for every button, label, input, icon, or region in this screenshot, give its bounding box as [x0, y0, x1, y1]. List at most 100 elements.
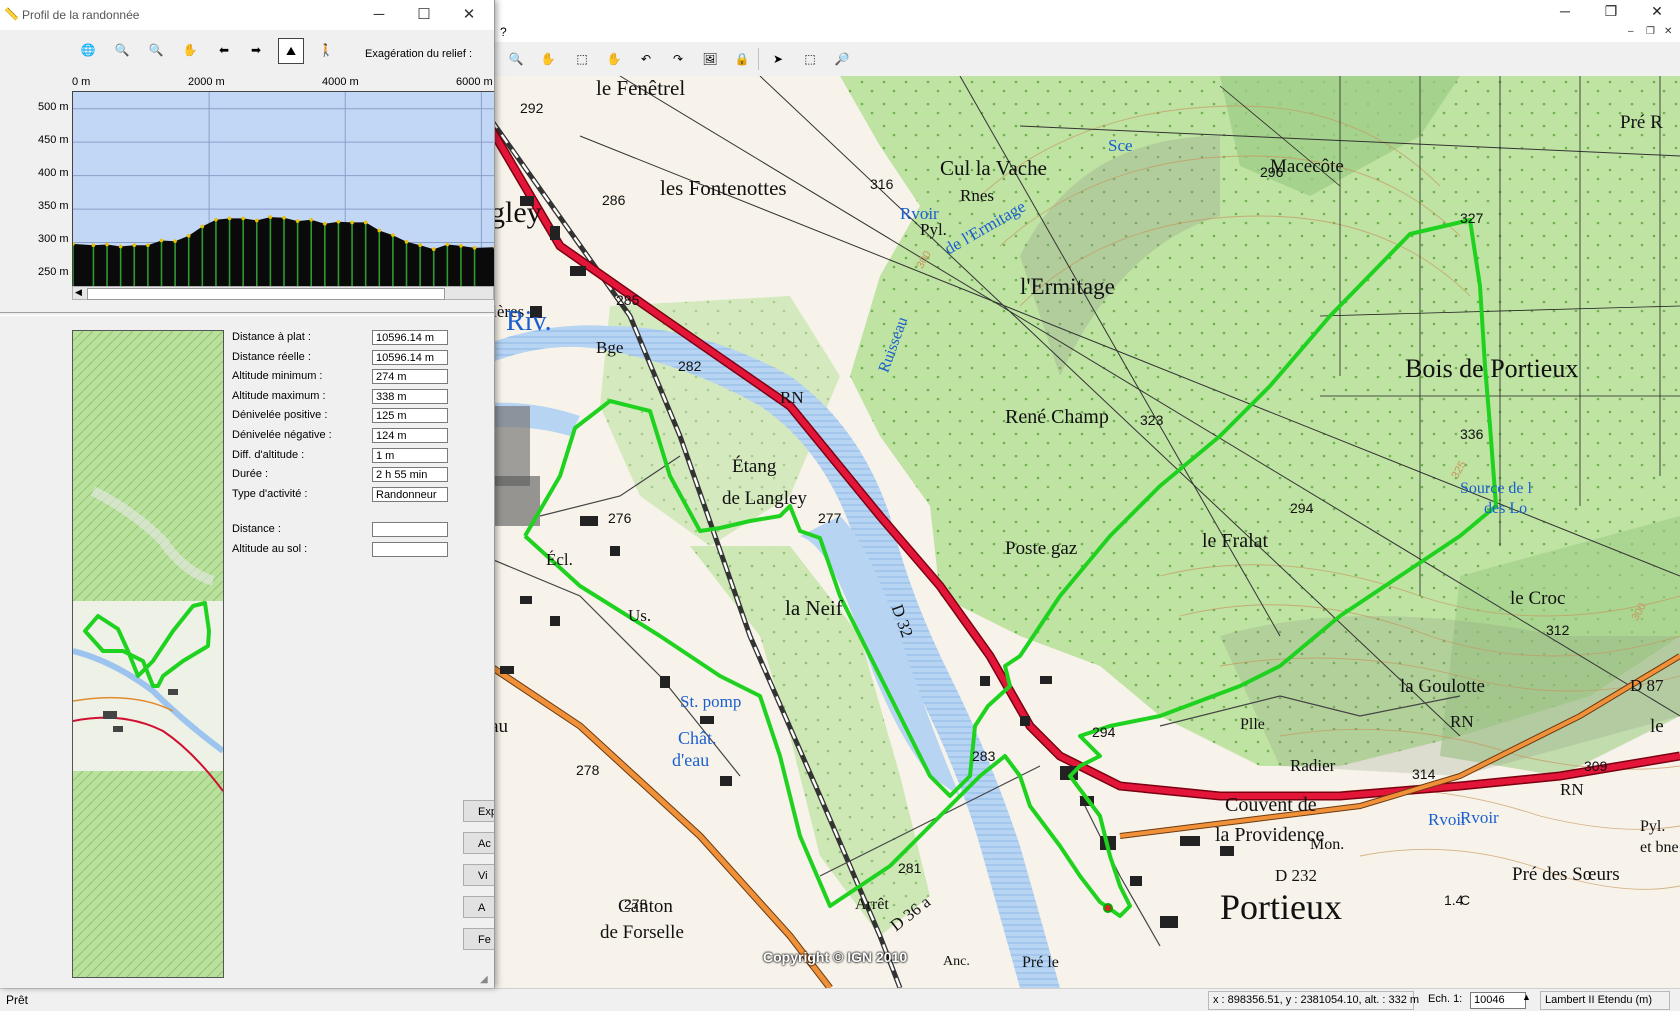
- copyright-notice: Copyright © IGN 2010: [763, 949, 908, 965]
- dialog-side-button[interactable]: Vi: [463, 864, 494, 886]
- hiker-icon[interactable]: 🚶: [314, 38, 338, 62]
- dialog-maximize-button[interactable]: ☐: [409, 3, 439, 27]
- pan-hand-icon[interactable]: ✋: [178, 38, 202, 62]
- map-toolbar: 🔍🔍✋⬚✋↶↷🖼🔒➤⬚🔎: [460, 42, 1680, 77]
- zoom-in-icon[interactable]: 🔍: [110, 38, 134, 62]
- mdi-minimize-button[interactable]: –: [1628, 26, 1634, 37]
- map-place-label: RN: [1450, 712, 1474, 731]
- zoom-window-icon[interactable]: ⬚: [570, 47, 594, 71]
- magnifier-icon[interactable]: 🔎: [830, 47, 854, 71]
- map-elevation-number: 282: [678, 358, 702, 374]
- elevation-profile-chart[interactable]: [72, 91, 494, 287]
- dialog-side-button[interactable]: Ac: [463, 832, 494, 854]
- zoom-globe-icon[interactable]: 🌐: [76, 38, 100, 62]
- resize-grip-icon[interactable]: ◢: [480, 974, 488, 985]
- dialog-side-button[interactable]: A: [463, 896, 494, 918]
- map-elevation-number: C: [1460, 892, 1471, 908]
- map-place-label: Radier: [1290, 756, 1336, 775]
- lock-icon[interactable]: 🔒: [730, 47, 754, 71]
- map-place-label: Pré R: [1620, 112, 1663, 133]
- map-elevation-number: 312: [1546, 622, 1570, 638]
- map-water-label: Chât.: [678, 728, 717, 748]
- elevation-point: [268, 215, 273, 219]
- map-elevation-number: 327: [1460, 210, 1484, 226]
- map-place-label: le Fenêtrel: [596, 76, 686, 100]
- map-place-label: les Fontenottes: [660, 176, 787, 200]
- app-restore-button[interactable]: ❐: [1588, 0, 1634, 22]
- mdi-close-button[interactable]: ✕: [1664, 26, 1672, 37]
- redo-icon[interactable]: ↷: [666, 47, 690, 71]
- map-place-label: le Fralat: [1202, 530, 1269, 552]
- map-place-label: Couvent de: [1225, 794, 1317, 816]
- arrow-right-icon[interactable]: ➡: [244, 38, 268, 62]
- y-tick-label: 500 m: [38, 101, 69, 113]
- elevation-point: [200, 224, 205, 229]
- dialog-titlebar[interactable]: 📏 Profil de la randonnée ─ ☐ ✕: [0, 0, 494, 30]
- map-elevation-number: 296: [1260, 164, 1284, 180]
- elevation-point: [91, 243, 96, 247]
- elevation-point: [309, 217, 314, 222]
- profile-scrollbar[interactable]: ◀: [72, 286, 494, 300]
- scale-spin-icon[interactable]: ▲: [1522, 992, 1531, 1002]
- pan-icon[interactable]: ✋: [602, 47, 626, 71]
- pointer-icon[interactable]: ➤: [766, 47, 790, 71]
- elevation-point: [227, 216, 232, 221]
- map-place-label: René Champ: [1005, 406, 1109, 428]
- dialog-side-button[interactable]: Fe: [463, 928, 494, 950]
- overview-map[interactable]: [72, 330, 224, 978]
- profile-mode-icon[interactable]: ⛰: [278, 38, 304, 64]
- map-elevation-number: 276: [608, 510, 632, 526]
- map-elevation-number: 323: [1140, 412, 1164, 428]
- elevation-point: [404, 240, 409, 244]
- scroll-left-icon[interactable]: ◀: [75, 287, 82, 298]
- y-tick-label: 350 m: [38, 200, 69, 212]
- stat-value: 10596.14 m: [372, 330, 448, 345]
- stat-label: Altitude au sol :: [232, 543, 308, 555]
- scale-input[interactable]: 10046: [1470, 992, 1526, 1009]
- select-rect-icon[interactable]: ⬚: [798, 47, 822, 71]
- elevation-profile-svg: [73, 92, 494, 286]
- elevation-point: [295, 219, 300, 223]
- elevation-point: [431, 247, 436, 252]
- dialog-close-button[interactable]: ✕: [454, 3, 484, 27]
- mdi-restore-button[interactable]: ❐: [1646, 26, 1655, 37]
- zoom-out-icon[interactable]: 🔍: [504, 47, 528, 71]
- elevation-point: [146, 243, 150, 247]
- elevation-point: [282, 215, 286, 220]
- menu-help[interactable]: ?: [500, 25, 507, 39]
- stat-value: 338 m: [372, 388, 448, 404]
- map-elevation-number: 336: [1460, 426, 1484, 442]
- elevation-point: [336, 219, 341, 224]
- map-place-label: Pré des Sœurs: [1512, 864, 1620, 885]
- arrow-left-icon[interactable]: ⬅: [212, 38, 236, 62]
- coords-readout: x : 898356.51, y : 2381054.10, alt. : 33…: [1208, 991, 1419, 1010]
- stat-value: 124 m: [372, 428, 448, 443]
- topographic-map[interactable]: le Fenêtrel les Fontenottes Cul la Vache Rn…: [460, 76, 1680, 988]
- elevation-point: [118, 244, 123, 249]
- elevation-point: [132, 243, 137, 247]
- status-text: Prêt: [6, 993, 29, 1007]
- app-close-button[interactable]: ✕: [1634, 0, 1680, 22]
- map-elevation-number: 286: [602, 192, 626, 208]
- map-water-label: Riv.: [506, 306, 552, 337]
- elevation-point: [173, 239, 177, 243]
- y-tick-label: 400 m: [38, 167, 69, 179]
- app-minimize-button[interactable]: ─: [1542, 0, 1588, 22]
- map-place-label: Us.: [628, 606, 652, 625]
- dialog-title: Profil de la randonnée: [22, 8, 140, 22]
- dialog-minimize-button[interactable]: ─: [364, 3, 394, 27]
- zoom-out-icon[interactable]: 🔍: [144, 38, 168, 62]
- stat-label: Altitude maximum :: [232, 389, 326, 402]
- image-icon[interactable]: 🖼: [698, 47, 722, 71]
- map-place-label: Bois de Portieux: [1405, 354, 1579, 383]
- scroll-thumb[interactable]: [87, 288, 445, 300]
- pan-hand-icon[interactable]: ✋: [536, 47, 560, 71]
- undo-icon[interactable]: ↶: [634, 47, 658, 71]
- dialog-side-button[interactable]: Exp: [463, 800, 494, 822]
- map-water-label: des Lo: [1484, 500, 1528, 517]
- elevation-point: [472, 246, 477, 250]
- stat-value: 2 h 55 min: [372, 467, 448, 483]
- map-water-label: d'eau: [672, 750, 710, 770]
- map-elevation-number: 281: [898, 860, 922, 876]
- map-place-label: D 232: [1275, 866, 1318, 885]
